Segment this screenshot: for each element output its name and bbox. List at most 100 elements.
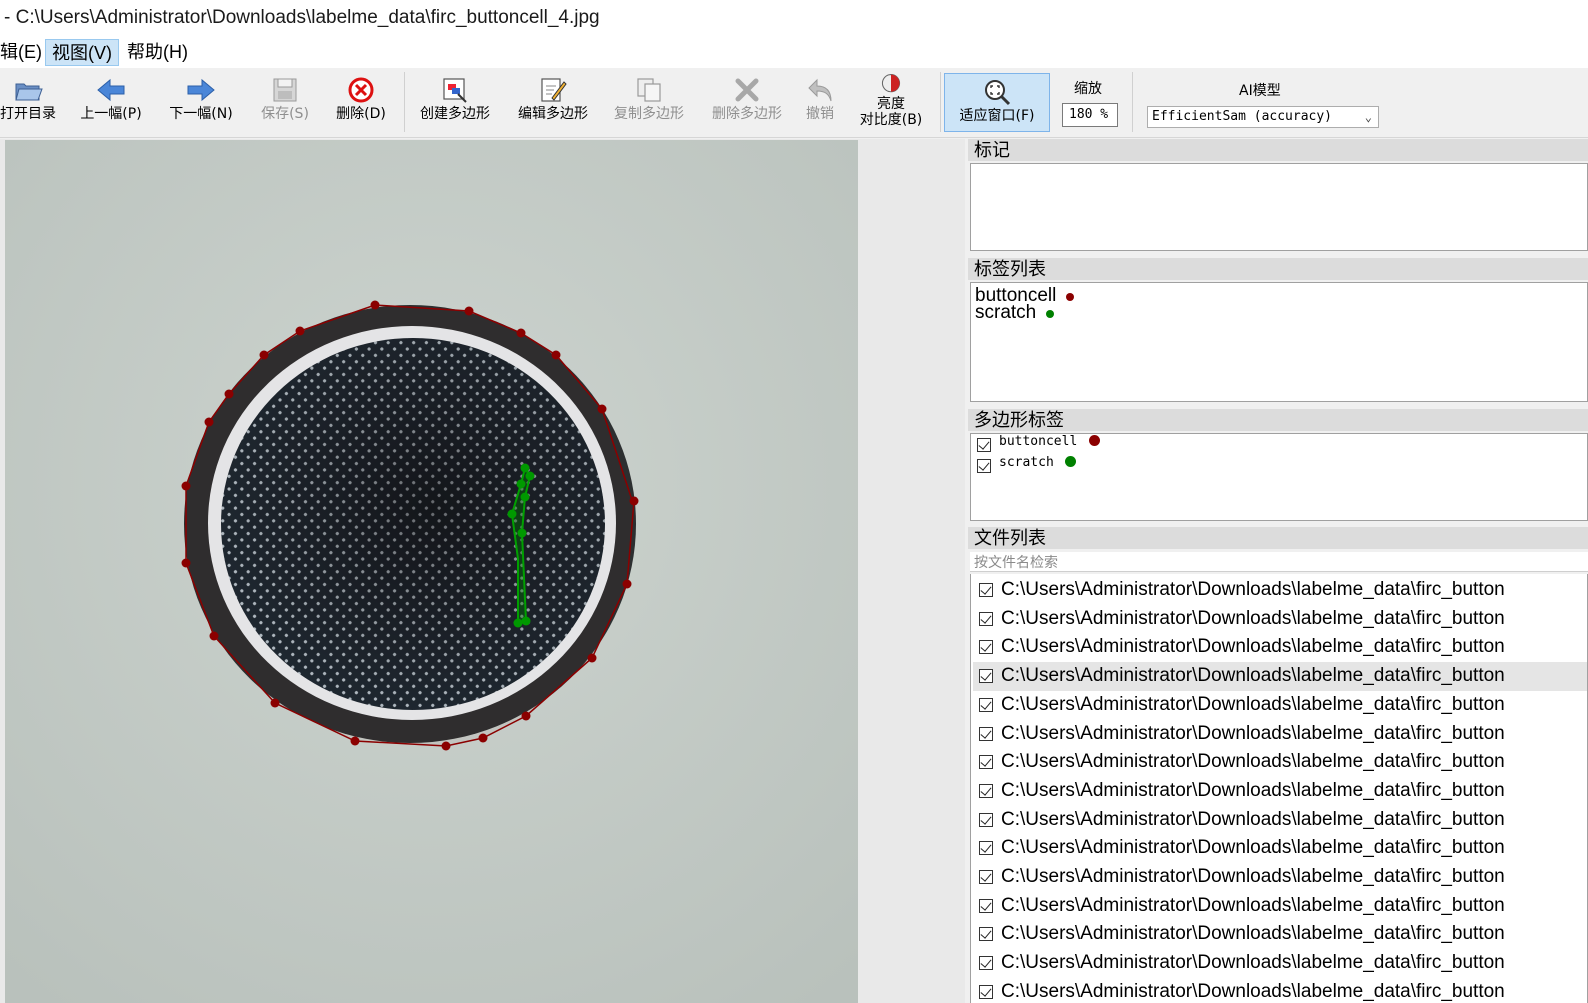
file-checked-checkbox[interactable]: [979, 697, 993, 712]
toolbar-separator: [940, 72, 941, 132]
image-canvas[interactable]: [0, 139, 965, 1003]
delete-circle-icon: [348, 77, 374, 103]
file-list-item[interactable]: C:\Users\Administrator\Downloads\labelme…: [973, 806, 1587, 835]
file-checked-checkbox[interactable]: [979, 898, 993, 913]
label-list[interactable]: buttoncell scratch: [970, 282, 1588, 402]
file-checked-checkbox[interactable]: [979, 669, 993, 684]
ai-model-value: EfficientSam (accuracy): [1152, 109, 1333, 124]
label-list-dock-title: 标签列表: [968, 258, 1588, 280]
file-list-item[interactable]: C:\Users\Administrator\Downloads\labelme…: [973, 748, 1587, 777]
arrow-right-icon: [187, 78, 215, 102]
polygon-color-dot: [1089, 435, 1100, 446]
file-list-item[interactable]: C:\Users\Administrator\Downloads\labelme…: [973, 834, 1587, 863]
file-list-item[interactable]: C:\Users\Administrator\Downloads\labelme…: [973, 662, 1587, 691]
file-checked-checkbox[interactable]: [979, 583, 993, 597]
label-list-item[interactable]: scratch: [975, 302, 1054, 324]
menu-edit[interactable]: 辑(E): [0, 39, 48, 66]
zoom-input[interactable]: 180 %: [1062, 103, 1118, 127]
undo-button[interactable]: 撤销: [798, 68, 842, 136]
undo-icon: [808, 78, 832, 102]
polygon-labels-dock-title: 多边形标签: [968, 409, 1588, 431]
create-polygon-label: 创建多边形: [420, 106, 490, 122]
flags-list[interactable]: [970, 163, 1588, 251]
save-button[interactable]: 保存(S): [254, 68, 316, 136]
polygon-color-dot: [1065, 456, 1076, 467]
file-path-text: C:\Users\Administrator\Downloads\labelme…: [1001, 665, 1505, 687]
file-checked-checkbox[interactable]: [979, 611, 993, 626]
delete-file-button[interactable]: 删除(D): [330, 68, 392, 136]
file-list-item[interactable]: C:\Users\Administrator\Downloads\labelme…: [973, 576, 1587, 605]
menu-view[interactable]: 视图(V): [45, 39, 119, 66]
file-list-item[interactable]: C:\Users\Administrator\Downloads\labelme…: [973, 920, 1587, 949]
brightness-icon: [881, 74, 901, 93]
copy-polygon-button[interactable]: 复制多边形: [606, 68, 692, 136]
polygon-visible-checkbox[interactable]: [977, 459, 991, 473]
polygon-visible-checkbox[interactable]: [977, 438, 991, 452]
prev-image-label: 上一幅(P): [80, 106, 142, 122]
file-list-item[interactable]: C:\Users\Administrator\Downloads\labelme…: [973, 949, 1587, 978]
polygon-label-text: buttoncell: [999, 434, 1078, 449]
file-path-text: C:\Users\Administrator\Downloads\labelme…: [1001, 866, 1505, 887]
create-polygon-button[interactable]: 创建多边形: [412, 68, 498, 136]
next-image-button[interactable]: 下一幅(N): [164, 68, 238, 136]
polygon-label-text: scratch: [999, 455, 1054, 470]
edit-polygon-label: 编辑多边形: [518, 106, 588, 122]
file-checked-checkbox[interactable]: [979, 927, 993, 942]
file-list-item[interactable]: C:\Users\Administrator\Downloads\labelme…: [973, 863, 1587, 892]
file-checked-checkbox[interactable]: [979, 841, 993, 856]
arrow-left-icon: [97, 78, 125, 102]
label-color-dot: [1065, 293, 1074, 301]
menu-bar: 辑(E) 视图(V) 帮助(H): [0, 36, 1588, 68]
file-checked-checkbox[interactable]: [979, 870, 993, 884]
polygon-labels-list[interactable]: buttoncell scratch: [970, 433, 1588, 521]
toolbar-separator: [404, 72, 405, 132]
copy-polygon-label: 复制多边形: [614, 106, 684, 122]
file-checked-checkbox[interactable]: [979, 984, 993, 999]
file-search-input[interactable]: 按文件名检索: [970, 552, 1588, 572]
file-list-dock-title: 文件列表: [968, 527, 1588, 549]
ai-model-select[interactable]: EfficientSam (accuracy) ⌄: [1147, 106, 1379, 128]
zoom-fit-icon: [985, 80, 1011, 106]
edit-polygon-button[interactable]: 编辑多边形: [510, 68, 596, 136]
file-path-text: C:\Users\Administrator\Downloads\labelme…: [1001, 636, 1505, 658]
file-checked-checkbox[interactable]: [979, 812, 993, 827]
menu-help[interactable]: 帮助(H): [121, 39, 194, 66]
file-list-item[interactable]: C:\Users\Administrator\Downloads\labelme…: [973, 691, 1587, 720]
label-color-dot: [1045, 310, 1054, 318]
prev-image-button[interactable]: 上一幅(P): [74, 68, 148, 136]
undo-label: 撤销: [806, 106, 834, 122]
file-list[interactable]: C:\Users\Administrator\Downloads\labelme…: [970, 574, 1588, 1003]
annotation-canvas[interactable]: [0, 139, 965, 1003]
delete-polygon-label: 删除多边形: [712, 106, 782, 122]
window-title: - C:\Users\Administrator\Downloads\label…: [4, 7, 600, 28]
file-list-item[interactable]: C:\Users\Administrator\Downloads\labelme…: [973, 605, 1587, 634]
delete-polygon-button[interactable]: 删除多边形: [704, 68, 790, 136]
file-path-text: C:\Users\Administrator\Downloads\labelme…: [1001, 837, 1505, 859]
toolbar-separator: [1132, 72, 1133, 132]
file-path-text: C:\Users\Administrator\Downloads\labelme…: [1001, 607, 1505, 629]
file-list-item[interactable]: C:\Users\Administrator\Downloads\labelme…: [973, 978, 1587, 1003]
file-checked-checkbox[interactable]: [979, 640, 993, 655]
buttoncell-polygon[interactable]: [185, 304, 635, 747]
ai-model-label: AI模型: [1239, 83, 1281, 99]
file-checked-checkbox[interactable]: [979, 783, 993, 798]
file-list-item[interactable]: C:\Users\Administrator\Downloads\labelme…: [973, 892, 1587, 921]
folder-open-icon: [15, 83, 43, 101]
chevron-down-icon: ⌄: [1364, 110, 1372, 124]
save-label: 保存(S): [261, 106, 309, 122]
fit-window-button[interactable]: 适应窗口(F): [944, 73, 1050, 132]
open-dir-button[interactable]: 打开目录: [0, 68, 60, 136]
file-list-item[interactable]: C:\Users\Administrator\Downloads\labelme…: [973, 633, 1587, 662]
file-list-item[interactable]: C:\Users\Administrator\Downloads\labelme…: [973, 720, 1587, 749]
flags-dock-title: 标记: [968, 139, 1588, 161]
label-list-dock: 标签列表 buttoncell scratch: [968, 258, 1588, 404]
file-checked-checkbox[interactable]: [979, 755, 993, 770]
file-list-dock: 文件列表 按文件名检索 C:\Users\Administrator\Downl…: [968, 527, 1588, 1003]
floppy-disk-icon: [273, 78, 297, 102]
file-checked-checkbox[interactable]: [979, 726, 993, 741]
file-checked-checkbox[interactable]: [979, 956, 993, 971]
file-list-item[interactable]: C:\Users\Administrator\Downloads\labelme…: [973, 777, 1587, 806]
label-list-item-text: scratch: [975, 302, 1037, 323]
delete-file-label: 删除(D): [336, 106, 386, 122]
brightness-contrast-button[interactable]: 亮度 对比度(B): [852, 68, 930, 136]
